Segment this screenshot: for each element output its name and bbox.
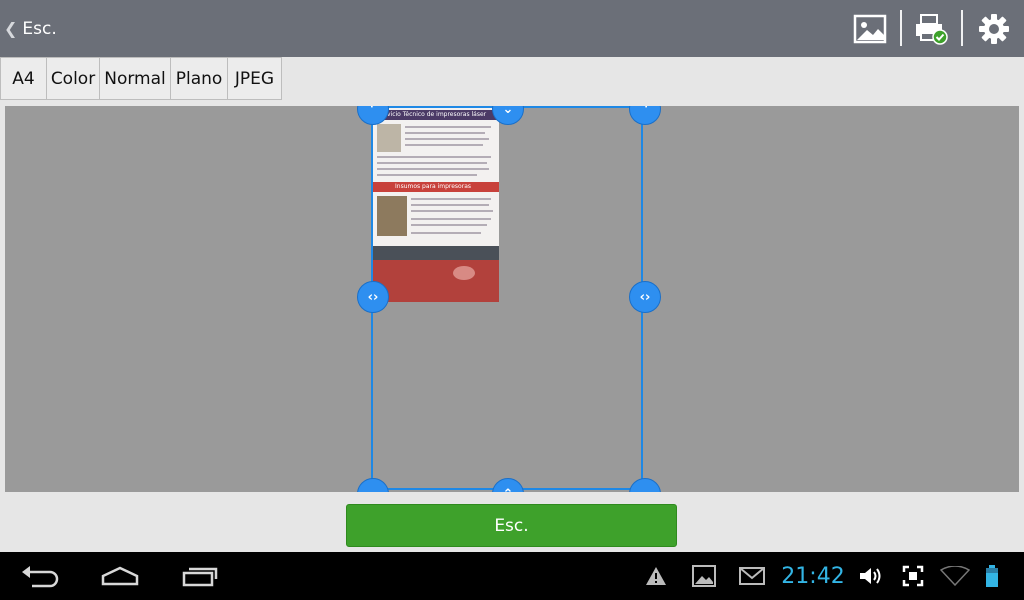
crop-frame[interactable] [371, 106, 643, 490]
back-label: Esc. [22, 18, 57, 39]
recent-apps-nav-icon[interactable] [168, 552, 232, 600]
quality-option[interactable]: Normal [100, 57, 171, 100]
clock: 21:42 [781, 563, 845, 589]
home-nav-icon[interactable] [88, 552, 152, 600]
warning-icon [640, 552, 672, 600]
action-bar: ❮ Esc. [0, 0, 1024, 57]
image-icon[interactable] [850, 9, 890, 49]
file-format-option[interactable]: JPEG [228, 57, 282, 100]
back-button[interactable]: ❮ Esc. [0, 0, 57, 57]
print-check-icon[interactable] [911, 9, 951, 49]
options-bar: A4 Color Normal Plano JPEG [0, 57, 282, 100]
paper-size-option[interactable]: A4 [0, 57, 47, 100]
volume-icon [856, 552, 886, 600]
divider [900, 10, 902, 46]
crop-handle-left[interactable]: ‹› [357, 281, 389, 313]
battery-icon [980, 552, 1004, 600]
color-mode-option[interactable]: Color [47, 57, 100, 100]
crop-handle-right[interactable]: ‹› [629, 281, 661, 313]
divider [961, 10, 963, 46]
scan-source-option[interactable]: Plano [171, 57, 228, 100]
mail-notification-icon [736, 552, 768, 600]
gallery-notification-icon [688, 552, 720, 600]
back-nav-icon[interactable] [8, 552, 72, 600]
wifi-icon [938, 552, 972, 600]
settings-gear-icon[interactable] [974, 9, 1014, 49]
scan-preview-area: vicio Técnico de impresoras láser Insumo… [5, 106, 1019, 492]
system-navigation-bar: 21:42 [0, 552, 1024, 600]
chevron-left-icon: ❮ [4, 19, 18, 38]
scan-button[interactable]: Esc. [346, 504, 677, 547]
screenshot-icon [898, 552, 928, 600]
